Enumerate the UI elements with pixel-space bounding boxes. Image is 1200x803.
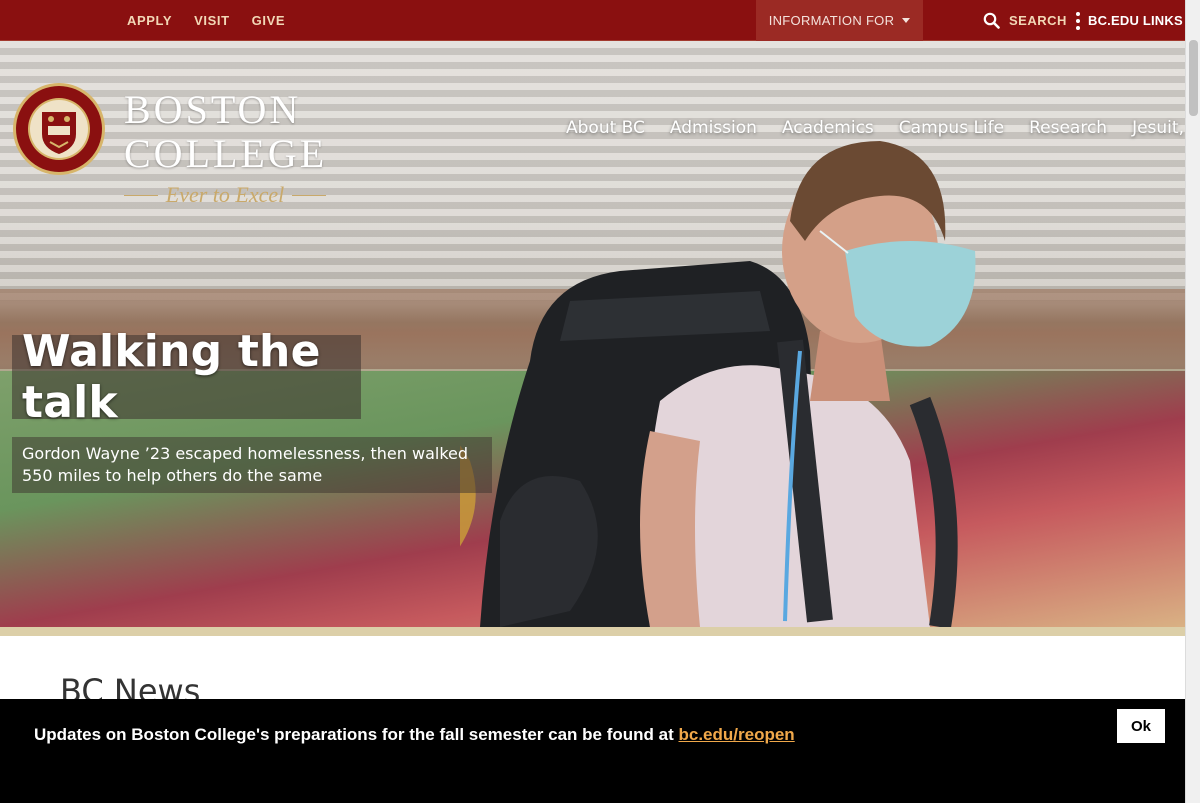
nav-admission[interactable]: Admission (670, 118, 757, 138)
bc-edu-links-label: BC.EDU LINKS (1088, 13, 1183, 28)
caret-down-icon (902, 18, 911, 23)
page-scrollbar[interactable] (1185, 0, 1200, 803)
boston-college-seal-logo[interactable] (12, 82, 106, 176)
more-vertical-icon (1076, 11, 1080, 30)
hero-photo-person (460, 141, 976, 627)
boston-college-wordmark[interactable]: BOSTON COLLEGE (124, 88, 327, 176)
nav-about-bc[interactable]: About BC (566, 118, 645, 138)
hero-subtitle[interactable]: Gordon Wayne ’23 escaped homelessness, t… (22, 443, 482, 487)
scrollbar-thumb[interactable] (1189, 40, 1198, 116)
information-for-label: INFORMATION FOR (768, 13, 895, 28)
notice-message: Updates on Boston College's preparations… (34, 725, 679, 744)
visit-link[interactable]: VISIT (194, 13, 230, 28)
nav-jesuit-catholic[interactable]: Jesuit, Catholic (1132, 118, 1185, 138)
nav-research[interactable]: Research (1029, 118, 1107, 138)
give-link[interactable]: GIVE (252, 13, 285, 28)
wordmark-college: COLLEGE (124, 131, 328, 176)
information-for-dropdown[interactable]: INFORMATION FOR (756, 0, 923, 41)
main-navigation: About BC Admission Academics Campus Life… (560, 110, 1185, 150)
motto-text: Ever to Excel (165, 182, 285, 207)
search-icon (983, 12, 1000, 29)
search-label: SEARCH (1009, 13, 1067, 28)
nav-academics[interactable]: Academics (782, 118, 874, 138)
hero-subtitle-box: Gordon Wayne ’23 escaped homelessness, t… (12, 437, 492, 493)
apply-link[interactable]: APPLY (127, 13, 172, 28)
wordmark-boston: BOSTON (124, 87, 302, 132)
motto-rule-right (292, 194, 326, 196)
utility-bar: APPLY VISIT GIVE INFORMATION FOR SEARCH … (0, 0, 1185, 41)
bc-edu-links-button[interactable]: BC.EDU LINKS (1076, 0, 1183, 41)
hero-title-box: Walking the talk (12, 326, 361, 428)
motto-rule-left (124, 194, 158, 196)
gold-divider (0, 627, 1185, 636)
motto: Ever to Excel (124, 182, 326, 208)
notice-text: Updates on Boston College's preparations… (34, 725, 795, 745)
reopening-notice-banner: Updates on Boston College's preparations… (0, 699, 1185, 803)
search-button[interactable]: SEARCH (983, 0, 1067, 41)
ok-button[interactable]: Ok (1117, 709, 1165, 743)
hero-title[interactable]: Walking the talk (22, 326, 361, 428)
utility-links: APPLY VISIT GIVE (127, 0, 285, 41)
nav-campus-life[interactable]: Campus Life (899, 118, 1004, 138)
reopen-link[interactable]: bc.edu/reopen (679, 725, 795, 744)
